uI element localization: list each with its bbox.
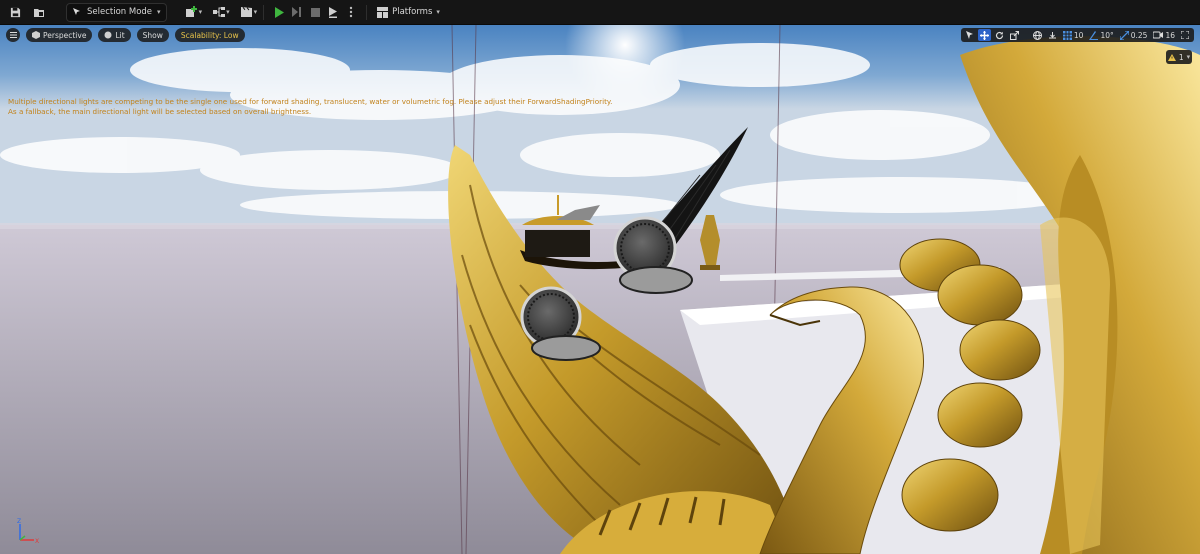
perspective-cube-icon: [32, 31, 40, 39]
hamburger-menu-icon: [9, 32, 17, 38]
camera-speed-button[interactable]: 16: [1151, 29, 1177, 41]
rotation-snap-button[interactable]: 10°: [1087, 29, 1115, 41]
forward-shading-warning: Multiple directional lights are competin…: [8, 97, 648, 116]
scale-snap-icon: [1119, 30, 1129, 40]
save-icon[interactable]: [6, 3, 24, 21]
add-actor-icon: [185, 6, 197, 17]
platforms-icon: [377, 6, 389, 18]
toolbar-divider: [366, 4, 368, 20]
axis-x-label: X: [35, 538, 39, 544]
chevron-down-icon: ▾: [226, 8, 230, 16]
warning-line-1: Multiple directional lights are competin…: [8, 97, 613, 106]
eject-icon: [329, 6, 338, 18]
chevron-down-icon: ▾: [198, 8, 203, 16]
move-arrows-icon: [979, 30, 989, 40]
selection-mode-dropdown[interactable]: Selection Mode ▾: [66, 2, 167, 22]
toolbar-divider: [263, 4, 265, 20]
axis-gizmo-icon: Z X: [17, 518, 39, 544]
camera-speed-value: 16: [1165, 30, 1175, 40]
lit-sphere-icon: [104, 31, 112, 39]
chevron-down-icon: ▾: [436, 8, 440, 16]
axis-z-label: Z: [17, 518, 21, 525]
stop-icon: [310, 7, 320, 17]
chevron-down-icon: ▾: [1186, 53, 1191, 61]
eject-button[interactable]: [324, 3, 342, 21]
blueprint-icon: [213, 7, 226, 17]
stop-button[interactable]: [306, 3, 324, 21]
frame-advance-icon: [292, 7, 302, 17]
perspective-button[interactable]: Perspective: [26, 28, 93, 42]
warning-line-2: As a fallback, the main directional ligh…: [8, 106, 312, 116]
scale-icon: [1009, 30, 1019, 40]
scalability-label: Scalability: Low: [180, 30, 239, 40]
cinematics-icon: [240, 6, 252, 17]
viewport-menu-button[interactable]: [6, 28, 20, 42]
main-toolbar: Selection Mode ▾ ▾ ▾ ▾ Platforms ▾: [0, 0, 1200, 25]
play-icon: [275, 6, 285, 18]
angle-snap-icon: [1089, 30, 1099, 40]
scale-tool-button[interactable]: [1008, 29, 1021, 41]
rotation-snap-value: 10°: [1100, 30, 1114, 40]
chevron-down-icon: ▾: [253, 8, 258, 16]
play-button[interactable]: [270, 3, 288, 21]
rotate-tool-button[interactable]: [993, 29, 1006, 41]
globe-icon: [1032, 30, 1042, 40]
blueprint-button[interactable]: ▾: [212, 3, 230, 21]
viewport-options-bar: Perspective Lit Show Scalability: Low: [6, 28, 245, 42]
scale-snap-value: 0.25: [1130, 30, 1148, 40]
camera-icon: [1153, 31, 1164, 39]
lit-label: Lit: [115, 30, 125, 40]
world-space-button[interactable]: [1031, 29, 1044, 41]
grid-snap-icon: [1062, 30, 1072, 40]
translate-tool-button[interactable]: [977, 29, 991, 41]
frame-advance-button[interactable]: [288, 3, 306, 21]
show-button[interactable]: Show: [136, 28, 169, 42]
selection-mode-icon: [73, 8, 80, 15]
transform-toolbar: 10 10° 0.25 16: [960, 28, 1194, 42]
warning-count: 1: [1178, 52, 1184, 62]
scale-snap-button[interactable]: 0.25: [1118, 29, 1150, 41]
grid-snap-value: 10: [1073, 30, 1084, 40]
level-viewport[interactable]: Perspective Lit Show Scalability: Low Mu…: [0, 25, 1200, 554]
content-browser-icon[interactable]: [30, 3, 48, 21]
add-actor-button[interactable]: ▾: [185, 3, 203, 21]
select-tool-button[interactable]: [964, 29, 976, 41]
platforms-button[interactable]: Platforms ▾: [373, 3, 444, 21]
selection-mode-label: Selection Mode: [87, 7, 153, 17]
grid-snap-button[interactable]: 10: [1061, 29, 1086, 41]
warning-triangle-icon: [1167, 53, 1176, 61]
platforms-label: Platforms: [392, 7, 433, 17]
cinematics-button[interactable]: ▾: [240, 3, 258, 21]
maximize-viewport-button[interactable]: [1179, 29, 1191, 41]
more-options-button[interactable]: [342, 3, 360, 21]
chevron-down-icon: ▾: [157, 8, 161, 16]
surface-snap-button[interactable]: [1046, 29, 1059, 41]
cursor-icon: [965, 30, 973, 39]
view-mode-button[interactable]: Lit: [98, 28, 131, 42]
perspective-label: Perspective: [43, 30, 87, 40]
surface-snap-icon: [1048, 31, 1056, 38]
show-label: Show: [142, 30, 163, 40]
maximize-icon: [1181, 31, 1189, 39]
scalability-warning-button[interactable]: Scalability: Low: [174, 28, 245, 42]
warnings-badge[interactable]: 1 ▾: [1166, 50, 1192, 64]
more-options-icon: [349, 6, 353, 18]
rotate-icon: [995, 31, 1004, 39]
